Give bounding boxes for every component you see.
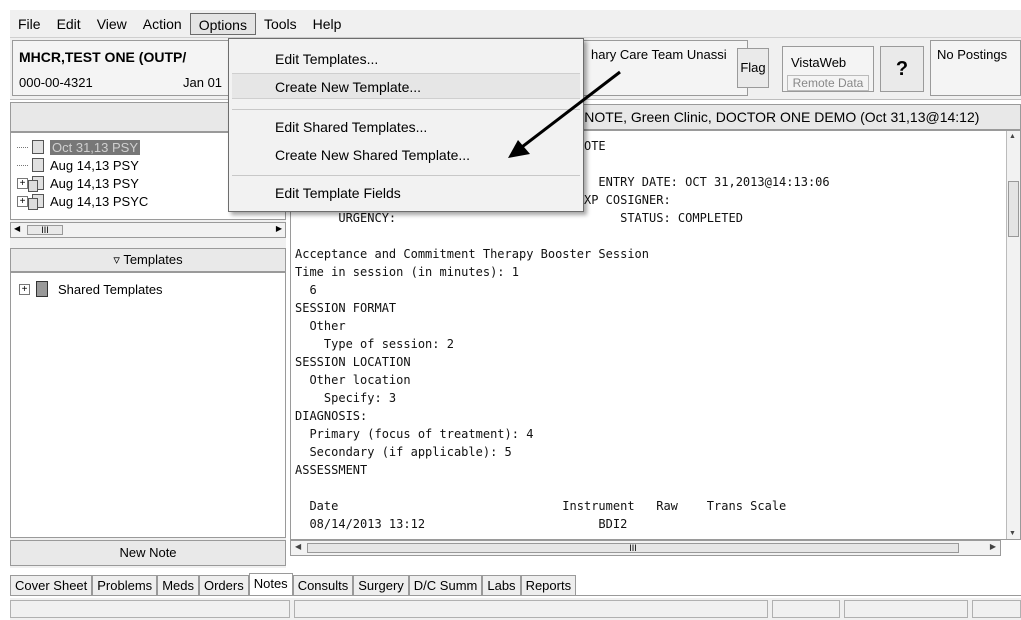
vistaweb-label: VistaWeb	[791, 55, 847, 70]
scroll-thumb[interactable]	[1008, 181, 1019, 237]
templates-header-label: Templates	[123, 252, 183, 267]
menu-options[interactable]: Options	[189, 12, 256, 35]
patient-ssn: 000-00-4321	[19, 75, 93, 90]
scroll-right-icon[interactable]: ▶	[990, 542, 996, 551]
expand-icon[interactable]: +	[17, 177, 28, 189]
status-cell	[844, 600, 968, 618]
menu-bar: File Edit View Action Options Tools Help	[10, 10, 1021, 38]
note-line: Time in session (in minutes): 1	[295, 265, 519, 279]
tree-row[interactable]: Oct 31,13 PSY	[17, 139, 140, 155]
remote-data-label: Remote Data	[787, 75, 869, 91]
note-line: 08/14/2013 13:12 BDI2	[295, 517, 628, 531]
care-team-button[interactable]: hary Care Team Unassi	[570, 40, 748, 96]
menu-action[interactable]: Action	[135, 13, 190, 35]
new-note-button[interactable]: New Note	[10, 540, 286, 566]
template-row-label: Shared Templates	[58, 281, 163, 297]
note-line: Date Instrument Raw Trans Scale	[295, 499, 787, 513]
note-group-icon	[28, 176, 44, 192]
flag-button[interactable]: Flag	[737, 48, 769, 88]
expand-icon[interactable]: +	[19, 283, 30, 295]
tree-horizontal-scrollbar[interactable]: ◀ III ▶	[10, 222, 286, 238]
note-line: SESSION LOCATION	[295, 355, 411, 369]
menu-separator	[232, 175, 580, 176]
shared-templates-icon	[36, 281, 48, 297]
note-vertical-scrollbar[interactable]: ▲ ▼	[1006, 131, 1020, 539]
chart-tabs: Cover Sheet Problems Meds Orders Notes Consul…	[10, 572, 1021, 596]
menu-file[interactable]: File	[10, 13, 49, 35]
note-document-icon	[32, 158, 44, 172]
collapse-icon: ▿	[113, 252, 124, 267]
menu-help[interactable]: Help	[305, 13, 350, 35]
note-line	[295, 227, 830, 245]
tab-cover-sheet[interactable]: Cover Sheet	[10, 575, 93, 595]
scroll-thumb[interactable]: III	[27, 225, 63, 235]
tree-row-label: Aug 14,13 PSY	[50, 157, 139, 173]
tab-notes[interactable]: Notes	[248, 573, 293, 595]
status-cell	[972, 600, 1021, 618]
note-line: Type of session: 2	[295, 337, 454, 351]
note-line: Primary (focus of treatment): 4	[295, 427, 534, 441]
menu-item-edit-templates[interactable]: Edit Templates...	[275, 51, 378, 67]
note-line: DIAGNOSIS:	[295, 409, 368, 423]
templates-header-button[interactable]: ▿ Templates	[10, 248, 286, 272]
note-line: Other location	[295, 373, 411, 387]
tab-surgery[interactable]: Surgery	[353, 575, 409, 595]
status-bar	[10, 598, 1021, 620]
menu-item-create-new-template[interactable]: Create New Template...	[275, 79, 421, 95]
tab-consults[interactable]: Consults	[292, 575, 354, 595]
note-line: 6	[295, 283, 317, 297]
scroll-left-icon[interactable]: ◀	[295, 542, 301, 551]
tab-reports[interactable]: Reports	[520, 575, 577, 595]
scroll-up-icon[interactable]: ▲	[1009, 133, 1016, 140]
tree-row[interactable]: + Aug 14,13 PSY	[17, 175, 139, 192]
tab-labs[interactable]: Labs	[482, 575, 521, 595]
vistaweb-button[interactable]: VistaWeb Remote Data	[782, 46, 874, 92]
note-line: ASSESSMENT	[295, 463, 368, 477]
tree-row[interactable]: + Aug 14,13 PSYC	[17, 193, 149, 210]
help-button[interactable]: ?	[880, 46, 924, 92]
tree-row-label: Aug 14,13 PSY	[50, 175, 139, 191]
tab-orders[interactable]: Orders	[198, 575, 249, 595]
menu-separator	[232, 109, 580, 110]
menu-tools[interactable]: Tools	[256, 13, 305, 35]
template-row-shared[interactable]: + Shared Templates	[19, 281, 163, 297]
tree-row-label: Aug 14,13 PSYC	[50, 193, 149, 209]
tab-problems[interactable]: Problems	[92, 575, 158, 595]
status-cell	[772, 600, 840, 618]
patient-name: MHCR,TEST ONE (OUTP/	[19, 49, 187, 65]
tree-row[interactable]: Aug 14,13 PSY	[17, 157, 139, 173]
note-line: Other	[295, 319, 346, 333]
scroll-right-icon[interactable]: ▶	[276, 224, 282, 233]
templates-tree: + Shared Templates	[10, 272, 286, 538]
postings-button[interactable]: No Postings	[930, 40, 1021, 96]
options-dropdown-menu: Edit Templates... Create New Template...…	[228, 38, 584, 212]
patient-info-button[interactable]: MHCR,TEST ONE (OUTP/ 000-00-4321 Jan 01	[12, 40, 232, 96]
patient-dob: Jan 01	[183, 75, 223, 90]
note-line	[295, 479, 830, 497]
menu-item-create-new-shared-template[interactable]: Create New Shared Template...	[275, 147, 470, 163]
note-line: Specify: 3	[295, 391, 397, 405]
tab-d-c-summ[interactable]: D/C Summ	[408, 575, 483, 595]
menu-item-edit-shared-templates[interactable]: Edit Shared Templates...	[275, 119, 427, 135]
scroll-thumb[interactable]: III	[307, 543, 959, 553]
scroll-left-icon[interactable]: ◀	[14, 224, 20, 233]
note-line: Secondary (if applicable): 5	[295, 445, 512, 459]
care-team-label: hary Care Team Unassi	[591, 47, 727, 62]
expand-icon[interactable]: +	[17, 195, 28, 207]
note-line: SESSION FORMAT	[295, 301, 397, 315]
tab-meds[interactable]: Meds	[157, 575, 199, 595]
note-document-icon	[32, 140, 44, 154]
menu-edit[interactable]: Edit	[49, 13, 89, 35]
note-group-icon	[28, 194, 44, 210]
note-horizontal-scrollbar[interactable]: ◀ III ▶	[290, 540, 1001, 556]
menu-item-edit-template-fields[interactable]: Edit Template Fields	[275, 185, 401, 201]
note-line: Acceptance and Commitment Therapy Booste…	[295, 247, 650, 261]
menu-view[interactable]: View	[89, 13, 135, 35]
tree-row-label: Oct 31,13 PSY	[50, 139, 140, 155]
scroll-down-icon[interactable]: ▼	[1009, 530, 1016, 537]
status-cell	[10, 600, 290, 618]
status-cell	[294, 600, 768, 618]
